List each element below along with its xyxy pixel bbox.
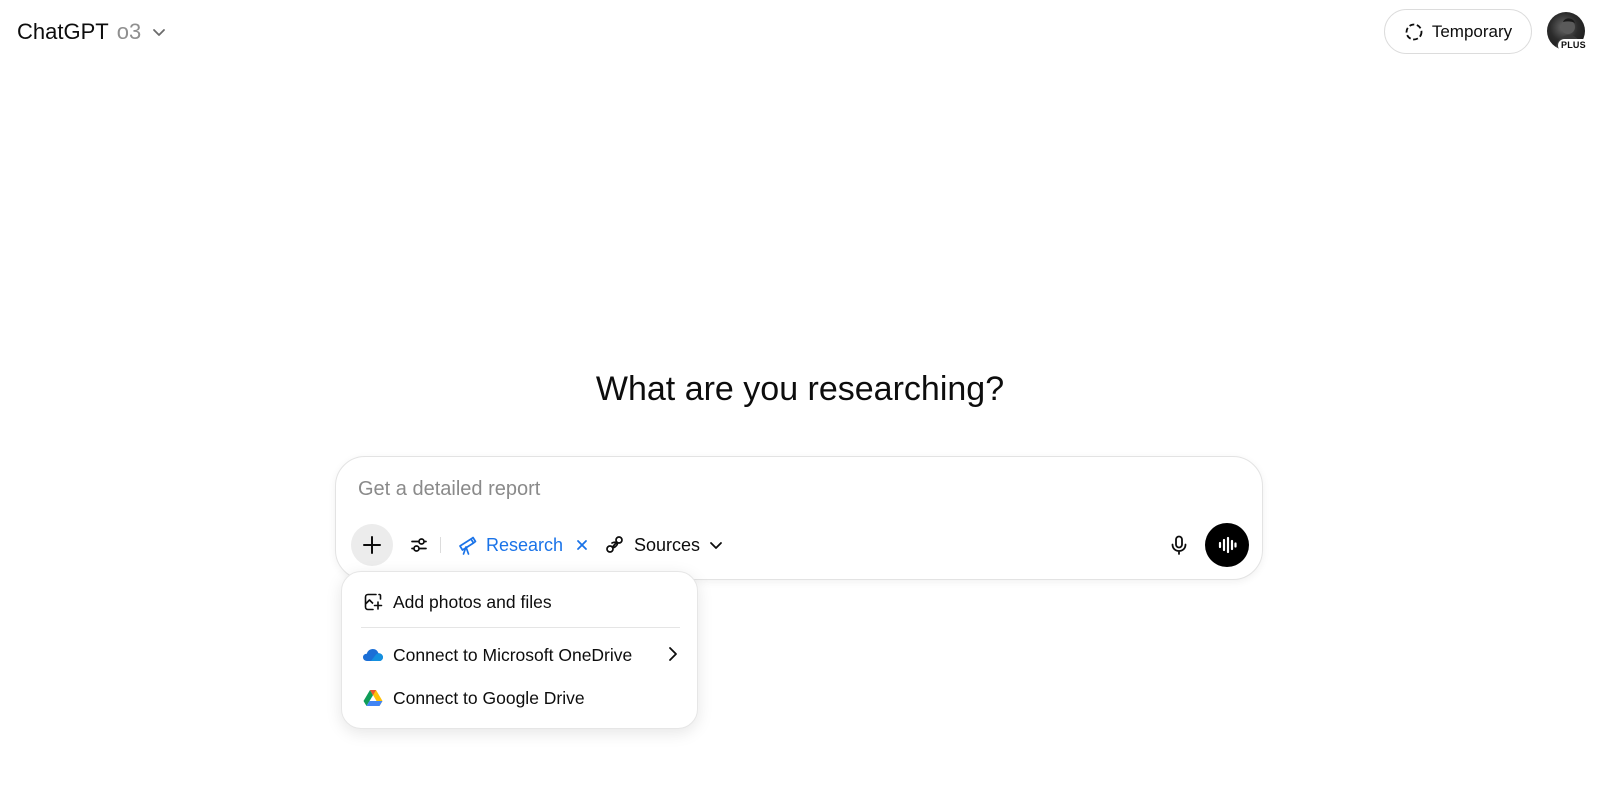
menu-item-label: Connect to Google Drive (393, 687, 585, 708)
top-header: ChatGPT o3 Temporary PLUS (0, 0, 1600, 64)
microphone-icon (1168, 534, 1190, 556)
menu-item-add-photos-files[interactable]: Add photos and files (350, 582, 691, 622)
brand-name: ChatGPT (17, 19, 109, 44)
menu-item-onedrive[interactable]: Connect to Microsoft OneDrive (350, 635, 691, 675)
close-icon[interactable] (575, 538, 589, 552)
add-attachment-button[interactable] (351, 524, 393, 566)
voice-mode-button[interactable] (1205, 523, 1249, 567)
model-name: o3 (116, 19, 142, 44)
temporary-chat-icon (1404, 22, 1424, 42)
sliders-icon (409, 535, 429, 555)
prompt-input[interactable] (358, 471, 1118, 507)
attach-menu: Add photos and files Connect to Microsof… (341, 571, 698, 729)
research-mode-pill[interactable]: Research (456, 527, 589, 563)
menu-item-label: Connect to Microsoft OneDrive (393, 644, 633, 665)
temporary-chat-label: Temporary (1431, 21, 1513, 41)
page-title: What are you researching? (595, 370, 1005, 408)
dictate-button[interactable] (1162, 528, 1196, 562)
model-switcher[interactable]: ChatGPT o3 (17, 17, 167, 47)
tools-button[interactable] (402, 528, 436, 562)
plan-badge: PLUS (1558, 39, 1589, 52)
sources-icon (604, 534, 626, 556)
telescope-icon (456, 534, 478, 556)
google-drive-icon (361, 686, 385, 710)
toolbar-divider (440, 537, 441, 553)
temporary-chat-button[interactable]: Temporary (1384, 9, 1532, 54)
sources-dropdown[interactable]: Sources (604, 527, 724, 563)
add-file-icon (361, 590, 385, 614)
menu-divider (361, 627, 680, 628)
research-label: Research (486, 534, 564, 555)
composer: Research Sources (335, 456, 1263, 580)
waveform-icon (1216, 534, 1238, 556)
sources-label: Sources (634, 534, 701, 555)
menu-item-label: Add photos and files (393, 591, 552, 612)
menu-item-google-drive[interactable]: Connect to Google Drive (350, 678, 691, 718)
chevron-right-icon (665, 645, 681, 663)
chevron-down-icon (151, 24, 167, 40)
chevron-down-icon (708, 537, 724, 553)
plus-icon (361, 534, 383, 556)
onedrive-icon (361, 643, 385, 667)
